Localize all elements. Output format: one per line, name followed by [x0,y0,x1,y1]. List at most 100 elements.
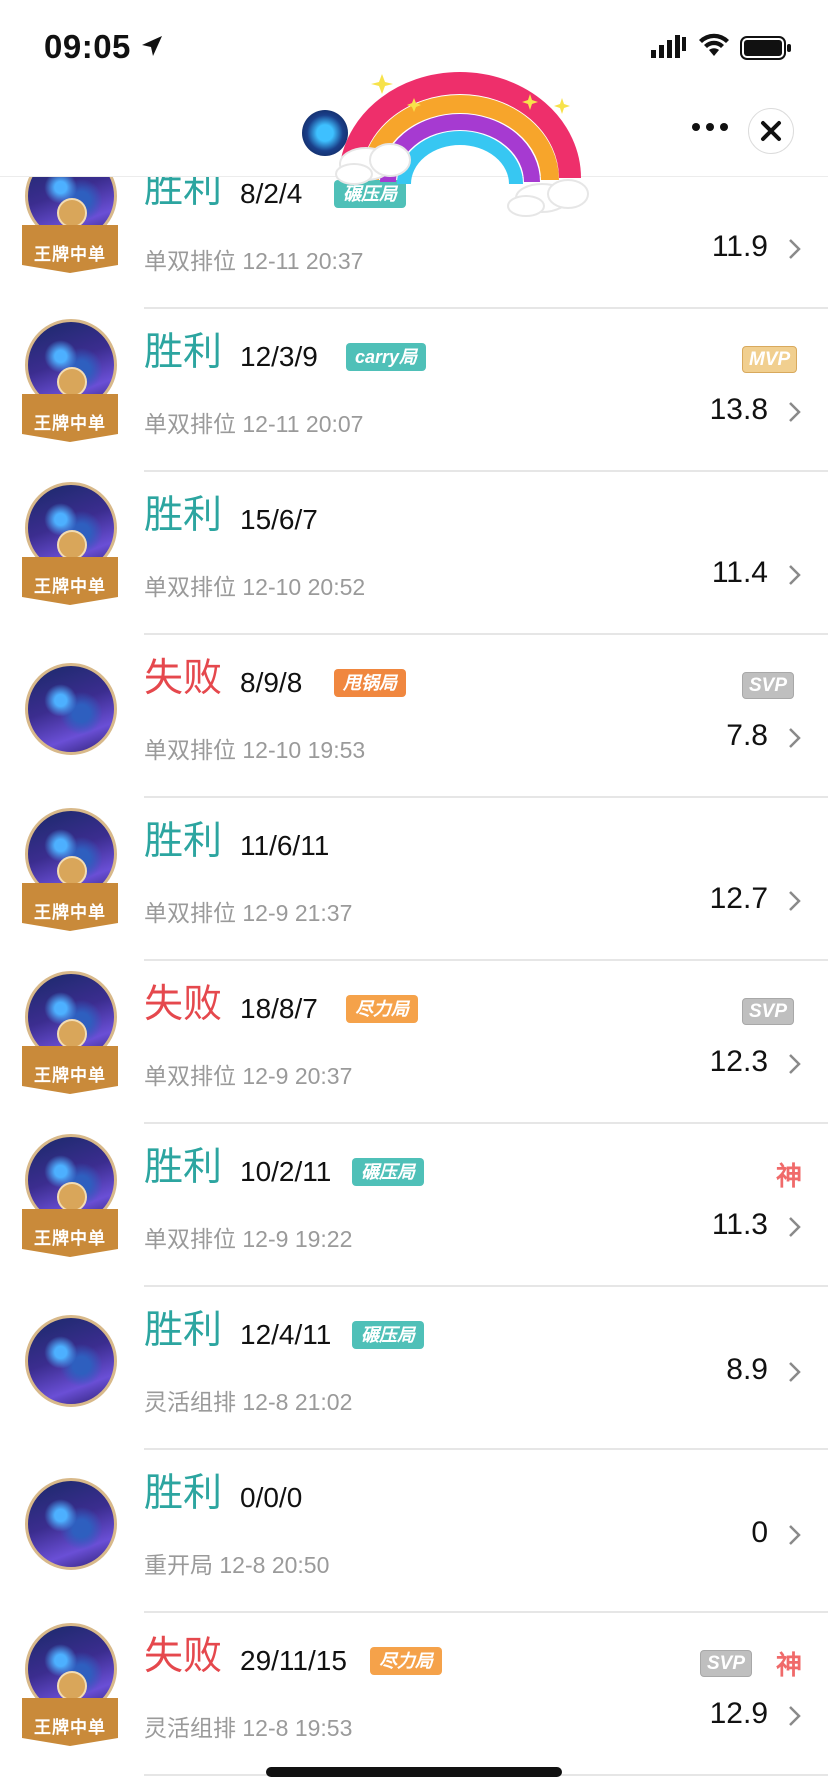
match-meta: 单双排位 12-10 19:53 [144,731,365,765]
svp-badge: SVP [742,672,795,699]
kda: 11/6/11 [240,830,330,861]
match-result: 失败 [144,1635,223,1678]
match-time: 12-10 19:53 [242,737,366,763]
hero-avatar: 王牌中单 [22,971,122,1111]
hero-avatar [22,1460,122,1600]
wifi-icon [699,33,729,56]
hero-portrait [25,1315,117,1407]
match-tag: 尽力局 [370,1647,442,1675]
match-mode: 灵活组排 [144,1715,236,1741]
hero-avatar: 王牌中单 [22,808,122,948]
match-result: 胜利 [144,1146,223,1189]
match-score: 12.7 [709,882,768,915]
match-meta: 单双排位 12-9 19:22 [144,1220,352,1254]
hero-avatar [22,645,122,785]
match-score: 11.9 [711,230,768,263]
match-score: 12.9 [709,1697,768,1730]
match-row[interactable]: 王牌中单 胜利 12/3/9 carry局 MVP 单双排位 12-11 20:… [0,309,828,472]
hero-avatar: 王牌中单 [22,319,122,459]
match-result: 胜利 [144,1472,223,1515]
match-row[interactable]: 王牌中单 失败 18/8/7 尽力局 SVP 单双排位 12-9 20:37 1… [0,961,828,1124]
match-result: 胜利 [144,331,223,374]
match-score: 7.8 [726,719,768,752]
medal-label: 王牌中单 [34,1229,106,1248]
medal-label: 王牌中单 [34,903,106,922]
match-meta: 单双排位 12-9 21:37 [144,894,352,928]
match-meta: 灵活组排 12-8 19:53 [144,1709,352,1743]
close-button[interactable] [748,108,794,154]
match-row[interactable]: 王牌中单 胜利 10/2/11 碾压局 神 单双排位 12-9 19:22 11… [0,1124,828,1287]
chevron-right-icon [789,1525,801,1545]
match-time: 12-9 20:37 [242,1063,353,1089]
match-time: 12-11 20:37 [242,248,364,274]
medal-label: 王牌中单 [34,414,106,433]
medal-label: 王牌中单 [34,577,106,596]
match-mode: 单双排位 [144,737,236,763]
kda: 8/9/8 [240,667,303,698]
match-tag: 尽力局 [346,995,418,1023]
match-meta: 单双排位 12-11 20:37 [144,242,363,276]
match-result: 胜利 [144,1309,223,1352]
medal-icon [57,1019,87,1049]
match-list: 王牌中单 胜利 8/2/4 碾压局 单双排位 12-11 20:37 11.9 … [0,0,828,1792]
match-row[interactable]: 王牌中单 胜利 11/6/11 单双排位 12-9 21:37 12.7 [0,798,828,961]
match-meta: 单双排位 12-11 20:07 [144,405,363,439]
match-mode: 单双排位 [144,1063,236,1089]
hero-avatar: 王牌中单 [22,482,122,622]
match-tag: 甩锅局 [334,669,406,697]
match-score: 12.3 [709,1045,768,1078]
chevron-right-icon [789,565,801,585]
match-meta: 单双排位 12-9 20:37 [144,1057,352,1091]
medal-icon [57,530,87,560]
match-mode: 重开局 [144,1552,213,1578]
match-time: 12-10 20:52 [242,574,366,600]
hero-portrait [25,663,117,755]
match-mode: 单双排位 [144,1226,236,1252]
more-options-button[interactable] [690,114,730,140]
chevron-right-icon [789,1706,801,1726]
match-row[interactable]: 失败 8/9/8 甩锅局 SVP 单双排位 12-10 19:53 7.8 [0,635,828,798]
mvp-badge: MVP [742,346,798,373]
match-tag: 碾压局 [352,1158,424,1186]
god-badge: 神 [776,1650,803,1680]
svp-badge: SVP [742,998,795,1025]
match-meta: 重开局 12-8 20:50 [144,1546,329,1580]
kda: 15/6/7 [240,504,318,535]
match-result: 胜利 [144,820,223,863]
medal-icon [57,856,87,886]
medal-icon [57,1671,87,1701]
match-score: 11.3 [711,1208,768,1241]
match-row[interactable]: 胜利 12/4/11 碾压局 灵活组排 12-8 21:02 8.9 [0,1287,828,1450]
rainbow-sticker-icon [335,72,589,217]
hero-portrait [25,1478,117,1570]
match-row[interactable]: 王牌中单 失败 29/11/15 尽力局 SVP 神 灵活组排 12-8 19:… [0,1613,828,1776]
chevron-right-icon [789,1362,801,1382]
home-indicator [266,1767,562,1777]
match-tag: 碾压局 [352,1321,424,1349]
match-row[interactable]: 王牌中单 胜利 15/6/7 单双排位 12-10 20:52 11.4 [0,472,828,635]
match-time: 12-8 19:53 [242,1715,353,1741]
match-score: 13.8 [709,393,768,426]
kda: 18/8/7 [240,993,318,1024]
medal-label: 王牌中单 [34,1066,106,1085]
match-result: 失败 [144,657,223,700]
chevron-right-icon [789,891,801,911]
match-result: 失败 [144,983,223,1026]
match-mode: 单双排位 [144,900,236,926]
match-mode: 灵活组排 [144,1389,236,1415]
match-time: 12-9 21:37 [242,900,353,926]
medal-icon [57,198,87,228]
match-row[interactable]: 胜利 0/0/0 重开局 12-8 20:50 0 [0,1450,828,1613]
location-arrow-icon [142,36,162,56]
kda: 29/11/15 [240,1645,347,1676]
god-badge: 神 [776,1161,803,1191]
match-time: 12-11 20:07 [242,411,364,437]
medal-label: 王牌中单 [34,1718,106,1737]
match-result: 胜利 [144,494,223,537]
kda: 10/2/11 [240,1156,332,1187]
chevron-right-icon [789,1217,801,1237]
chevron-right-icon [789,402,801,422]
match-tag: carry局 [346,343,427,371]
chevron-right-icon [789,1054,801,1074]
cellular-signal-icon [651,35,686,58]
